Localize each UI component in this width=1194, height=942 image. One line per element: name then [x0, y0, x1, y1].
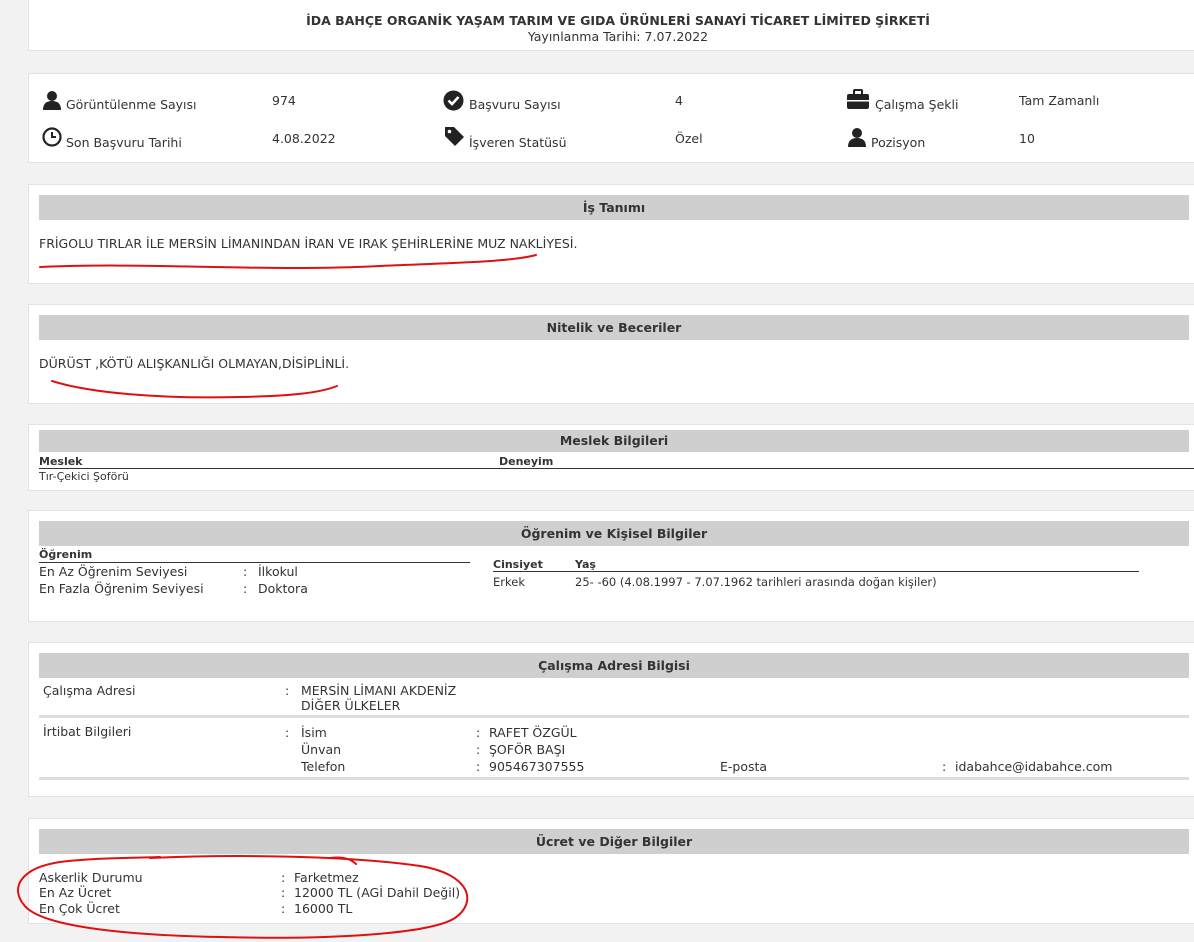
contact-name-label: İsim [301, 725, 327, 740]
check-circle-icon [443, 90, 464, 111]
clock-icon [42, 127, 62, 147]
personal-header-rule [493, 571, 1139, 572]
deadline-value: 4.08.2022 [272, 131, 336, 146]
max-education-value: Doktora [258, 581, 308, 596]
contact-email-label: E-posta [720, 759, 768, 774]
gender-column-header: Cinsiyet [493, 558, 543, 571]
user-icon [43, 91, 61, 110]
job-description-text: FRİGOLU TIRLAR İLE MERSİN LİMANINDAN İRA… [39, 236, 578, 251]
contact-name-separator: : [476, 725, 481, 740]
work-address-label: Çalışma Adresi [43, 683, 136, 698]
contact-separator: : [285, 725, 290, 740]
profession-card: Meslek Bilgileri Meslek Deneyim Tır-Çeki… [28, 424, 1194, 491]
contact-title-label: Ünvan [301, 742, 342, 757]
work-address-line1: MERSİN LİMANI AKDENİZ [301, 683, 457, 698]
work-type-value: Tam Zamanlı [1019, 93, 1100, 108]
skills-card: Nitelik ve Beceriler DÜRÜST ,KÖTÜ ALIŞKA… [28, 304, 1194, 404]
contact-label: İrtibat Bilgileri [43, 724, 132, 739]
max-education-separator: : [243, 581, 248, 596]
position-label: Pozisyon [871, 135, 926, 150]
stats-card: Görüntülenme Sayısı 974 Başvuru Sayısı 4… [28, 73, 1194, 163]
education-heading-rule [39, 562, 470, 563]
work-type-label: Çalışma Şekli [875, 97, 959, 112]
military-label: Askerlik Durumu [39, 870, 143, 885]
min-education-separator: : [243, 564, 248, 579]
address-divider [39, 715, 1189, 718]
user-icon [848, 128, 866, 147]
contact-email-value: idabahce@idabahce.com [955, 759, 1113, 774]
company-name: İDA BAHÇE ORGANİK YAŞAM TARIM VE GIDA ÜR… [306, 13, 930, 28]
employer-status-label: İşveren Statüsü [469, 135, 567, 150]
contact-name-value: RAFET ÖZGÜL [489, 725, 577, 740]
work-address-separator: : [285, 683, 290, 698]
salary-title: Ücret ve Diğer Bilgiler [39, 829, 1189, 854]
experience-column-header: Deneyim [499, 455, 554, 468]
min-salary-label: En Az Ücret [39, 885, 112, 900]
contact-divider [39, 777, 1189, 780]
published-label: Yayınlanma Tarihi: [527, 29, 641, 44]
education-title: Öğrenim ve Kişisel Bilgiler [39, 521, 1189, 546]
max-salary-value: 16000 TL [294, 901, 353, 916]
profession-title: Meslek Bilgileri [39, 430, 1189, 452]
contact-title-separator: : [476, 742, 481, 757]
contact-phone-label: Telefon [301, 759, 346, 774]
min-education-label: En Az Öğrenim Seviyesi [39, 564, 188, 579]
max-salary-separator: : [281, 901, 286, 916]
profession-header-rule [39, 468, 1194, 469]
applications-label: Başvuru Sayısı [469, 97, 561, 112]
published-date: 7.07.2022 [644, 29, 709, 44]
contact-phone-value: 905467307555 [489, 759, 585, 774]
job-description-title: İş Tanımı [39, 195, 1189, 220]
views-value: 974 [272, 93, 296, 108]
max-education-label: En Fazla Öğrenim Seviyesi [39, 581, 204, 596]
age-value: 25- -60 (4.08.1997 - 7.07.1962 tarihleri… [575, 575, 937, 589]
education-heading: Öğrenim [39, 548, 93, 561]
profession-column-header: Meslek [39, 455, 83, 468]
gender-value: Erkek [493, 575, 525, 589]
published-date-line: Yayınlanma Tarihi: 7.07.2022 [29, 29, 1194, 44]
contact-email-separator: : [942, 759, 947, 774]
max-salary-label: En Çok Ücret [39, 901, 120, 916]
age-column-header: Yaş [575, 558, 596, 571]
header-card: İDA BAHÇE ORGANİK YAŞAM TARIM VE GIDA ÜR… [28, 0, 1194, 51]
views-label: Görüntülenme Sayısı [66, 97, 197, 112]
applications-value: 4 [675, 93, 683, 108]
address-title: Çalışma Adresi Bilgisi [39, 653, 1189, 678]
military-value: Farketmez [294, 870, 359, 885]
salary-card: Ücret ve Diğer Bilgiler Askerlik Durumu … [28, 818, 1194, 924]
min-salary-separator: : [281, 885, 286, 900]
tag-icon [445, 127, 464, 146]
contact-title-value: ŞOFÖR BAŞI [489, 742, 566, 757]
briefcase-icon [847, 89, 869, 109]
work-address-line2: DİĞER ÜLKELER [301, 698, 401, 713]
employer-status-value: Özel [675, 131, 703, 146]
education-card: Öğrenim ve Kişisel Bilgiler Öğrenim En A… [28, 510, 1194, 622]
skills-text: DÜRÜST ,KÖTÜ ALIŞKANLIĞI OLMAYAN,DİSİPLİ… [39, 356, 350, 371]
deadline-label: Son Başvuru Tarihi [66, 135, 182, 150]
skills-title: Nitelik ve Beceriler [39, 315, 1189, 340]
address-card: Çalışma Adresi Bilgisi Çalışma Adresi : … [28, 642, 1194, 797]
military-separator: : [281, 870, 286, 885]
job-description-card: İş Tanımı FRİGOLU TIRLAR İLE MERSİN LİMA… [28, 184, 1194, 284]
position-value: 10 [1019, 131, 1035, 146]
min-salary-value: 12000 TL (AGİ Dahil Değil) [294, 885, 461, 900]
contact-phone-separator: : [476, 759, 481, 774]
min-education-value: İlkokul [258, 564, 298, 579]
profession-row-value: Tır-Çekici Şoförü [39, 470, 129, 483]
